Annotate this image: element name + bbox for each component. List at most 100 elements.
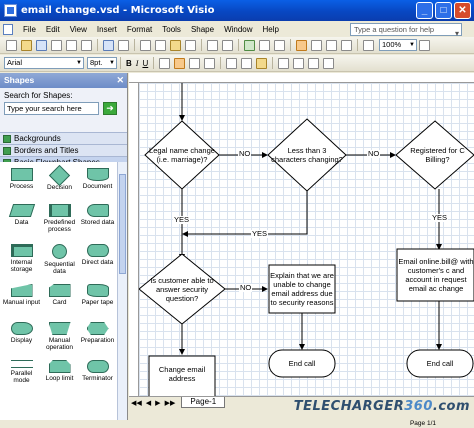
decision-legal-name-change[interactable]: Legal name change (i.e. marriage)?: [148, 137, 216, 173]
shape-internal-storage[interactable]: Internal storage: [2, 244, 41, 273]
paste-icon[interactable]: [170, 39, 181, 51]
shape-manual-operation[interactable]: Manual operation: [40, 322, 79, 351]
close-button[interactable]: ✕: [454, 2, 471, 19]
line-ends-icon[interactable]: [308, 57, 320, 69]
menu-edit[interactable]: Edit: [41, 25, 65, 34]
line-weight-icon[interactable]: [278, 57, 290, 69]
shape-document[interactable]: Document: [78, 168, 117, 190]
help-search-box[interactable]: Type a question for help ▾: [350, 23, 462, 38]
align-right-icon[interactable]: [189, 57, 201, 69]
fill-color-icon[interactable]: [256, 57, 268, 69]
connector-tool-icon[interactable]: [311, 39, 322, 51]
minimize-button[interactable]: _: [416, 2, 433, 19]
justify-icon[interactable]: [204, 57, 216, 69]
font-size-select[interactable]: 8pt. ▼: [87, 57, 117, 69]
bold-button[interactable]: B: [126, 59, 132, 68]
drawing-canvas[interactable]: Legal name change (i.e. marriage)? Less …: [139, 83, 474, 396]
decision-less-than-3-chars[interactable]: Less than 3 characters changing?: [271, 137, 343, 173]
shape-process[interactable]: Process: [2, 168, 41, 190]
menu-insert[interactable]: Insert: [92, 25, 122, 34]
menu-window[interactable]: Window: [219, 25, 257, 34]
permission-icon[interactable]: [51, 39, 62, 51]
copy-icon[interactable]: [155, 39, 166, 51]
line-tool-icon[interactable]: [341, 39, 352, 51]
hyperlink-icon[interactable]: [259, 39, 270, 51]
stencil-backgrounds[interactable]: Backgrounds: [0, 132, 127, 144]
font-color-icon[interactable]: [226, 57, 238, 69]
document-icon[interactable]: [3, 23, 13, 35]
research-icon[interactable]: [118, 39, 129, 51]
redo-icon[interactable]: [222, 39, 233, 51]
shape-manual-input[interactable]: Manual input: [2, 284, 41, 306]
decision-registered-billing[interactable]: Registered for C Billing?: [401, 137, 474, 173]
shape-loop-limit[interactable]: Loop limit: [40, 360, 79, 382]
shape-search-input[interactable]: [4, 102, 99, 115]
shape-display[interactable]: Display: [2, 322, 41, 344]
close-icon[interactable]: ✕: [116, 73, 124, 88]
maximize-button[interactable]: □: [435, 2, 452, 19]
spelling-icon[interactable]: [103, 39, 114, 51]
align-left-icon[interactable]: [159, 57, 171, 69]
stencil-borders-titles[interactable]: Borders and Titles: [0, 144, 127, 156]
terminator-end-call[interactable]: End call: [269, 350, 335, 377]
menu-help[interactable]: Help: [258, 25, 284, 34]
shape-terminator[interactable]: Terminator: [78, 360, 117, 382]
process-change-email[interactable]: Change email address: [150, 359, 214, 389]
help-icon[interactable]: [419, 39, 430, 51]
process-email-online-bill[interactable]: Email online.bill@ with customer's c and…: [398, 250, 474, 300]
new-icon[interactable]: [6, 39, 17, 51]
search-go-button[interactable]: ➜: [103, 102, 117, 115]
dropdown-arrow-icon[interactable]: ▼: [76, 58, 82, 68]
text-tool-icon[interactable]: [326, 39, 337, 51]
shape-paper-tape[interactable]: Paper tape: [78, 284, 117, 306]
drawing-tools-icon[interactable]: [274, 39, 285, 51]
pointer-tool-icon[interactable]: [296, 39, 307, 51]
next-page-icon[interactable]: ▶: [153, 399, 162, 407]
undo-icon[interactable]: [207, 39, 218, 51]
line-pattern-icon[interactable]: [293, 57, 305, 69]
dropdown-arrow-icon[interactable]: ▼: [109, 58, 115, 68]
print-preview-icon[interactable]: [81, 39, 92, 51]
shape-parallel-mode[interactable]: Parallel mode: [2, 360, 41, 384]
menu-view[interactable]: View: [65, 25, 92, 34]
align-center-icon[interactable]: [174, 57, 186, 69]
shape-decision[interactable]: Decision: [40, 164, 79, 191]
shape-stored-data[interactable]: Stored data: [78, 204, 117, 226]
prev-page-icon[interactable]: ◀: [144, 399, 153, 407]
shape-card[interactable]: Card: [40, 284, 79, 306]
shapes-scrollbar[interactable]: [117, 162, 127, 420]
shape-label: Manual input: [2, 299, 41, 306]
shapes-icon[interactable]: [244, 39, 255, 51]
italic-button[interactable]: I: [136, 59, 139, 68]
menu-shape[interactable]: Shape: [186, 25, 219, 34]
decision-security-question[interactable]: Is customer able to answer security ques…: [145, 269, 219, 309]
last-page-icon[interactable]: ▶▶: [163, 399, 178, 407]
shape-sequential-data[interactable]: Sequential data: [40, 244, 79, 275]
first-page-icon[interactable]: ◀◀: [129, 399, 144, 407]
underline-button[interactable]: U: [142, 59, 148, 68]
line-color-icon[interactable]: [241, 57, 253, 69]
toolbar-separator: [120, 57, 121, 69]
menu-file[interactable]: File: [18, 25, 41, 34]
font-select[interactable]: Arial ▼: [4, 57, 84, 69]
open-icon[interactable]: [21, 39, 32, 51]
print-icon[interactable]: [66, 39, 77, 51]
shape-data[interactable]: Data: [2, 204, 41, 226]
zoom-select[interactable]: 100% ▼: [379, 39, 417, 51]
stencil-icon[interactable]: [363, 39, 374, 51]
menu-format[interactable]: Format: [122, 25, 157, 34]
terminator-end-call-2[interactable]: End call: [407, 350, 473, 377]
shape-predefined-process[interactable]: Predefined process: [40, 204, 79, 233]
menu-tools[interactable]: Tools: [157, 25, 186, 34]
process-explain-unable[interactable]: Explain that we are unable to change ema…: [270, 266, 334, 312]
dropdown-arrow-icon[interactable]: ▼: [409, 40, 415, 50]
scrollbar-thumb[interactable]: [119, 174, 126, 274]
format-painter-icon[interactable]: [185, 39, 196, 51]
shadow-icon[interactable]: [323, 57, 335, 69]
shape-preparation[interactable]: Preparation: [78, 322, 117, 344]
visio-app-icon[interactable]: [4, 4, 17, 17]
page-tab-1[interactable]: Page-1: [181, 397, 226, 408]
cut-icon[interactable]: [140, 39, 151, 51]
shape-direct-data[interactable]: Direct data: [78, 244, 117, 266]
save-icon[interactable]: [36, 39, 47, 51]
